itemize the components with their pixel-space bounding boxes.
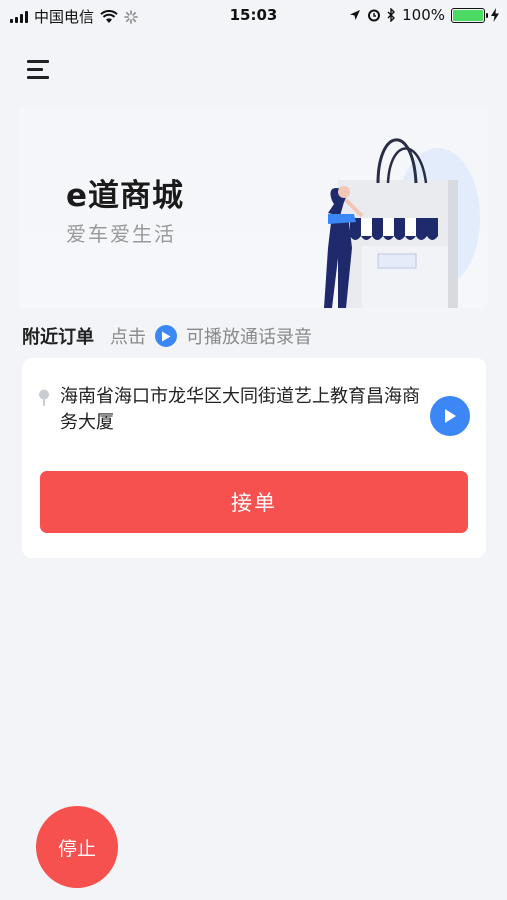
status-bar-right: 100% [349,6,499,24]
banner-subtitle: 爱车爱生活 [66,222,176,246]
nearby-orders-header: 附近订单 点击 可播放通话录音 [22,322,312,350]
hint-suffix: 可播放通话录音 [186,327,312,348]
play-icon [445,409,456,423]
shopping-bag-illustration [324,138,480,308]
play-icon [155,325,177,347]
banner-title: e道商城 [66,178,185,214]
battery-percent: 100% [402,6,445,24]
location-icon [350,9,361,20]
status-bar: 中国电信 15:03 100% [0,0,507,30]
order-card: 海南省海口市龙华区大同街道艺上教育昌海商务大厦 接单 [22,358,486,558]
charging-icon [491,8,499,22]
play-recording-button[interactable] [430,396,470,436]
accept-order-button[interactable]: 接单 [40,471,468,533]
nearby-orders-title: 附近订单 [22,327,94,348]
bluetooth-icon [387,8,396,22]
promo-banner[interactable]: e道商城 爱车爱生活 [18,108,488,308]
alarm-icon [368,9,381,22]
order-address: 海南省海口市龙华区大同街道艺上教育昌海商务大厦 [60,386,420,433]
menu-line-icon [27,68,43,71]
battery-icon [451,7,488,23]
location-pin-icon [39,389,49,406]
stop-button[interactable]: 停止 [36,806,118,888]
menu-line-icon [27,76,49,79]
menu-line-icon [27,60,49,63]
hint-prefix: 点击 [110,327,146,348]
menu-button[interactable] [27,60,51,80]
